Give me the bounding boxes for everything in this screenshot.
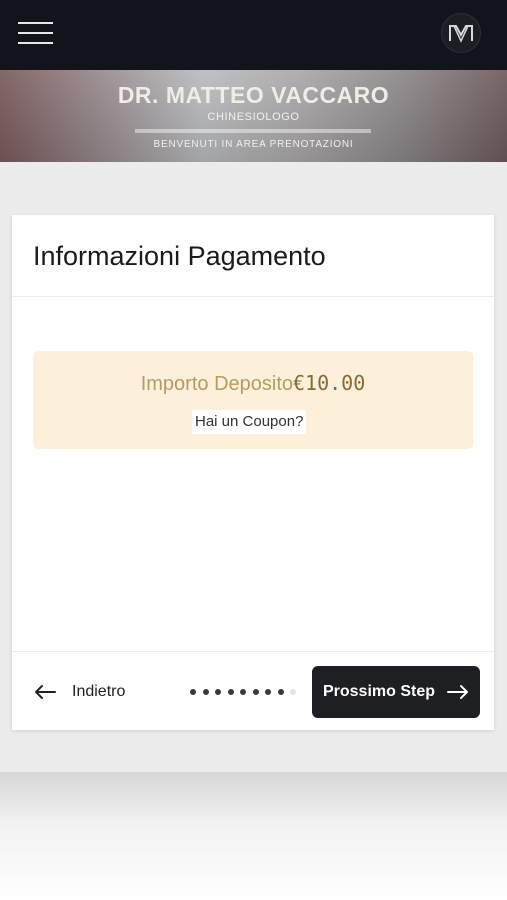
banner-welcome-text: BENVENUTI IN AREA PRENOTAZIONI bbox=[153, 139, 354, 150]
deposit-info-box: Importo Deposito€10.00 Hai un Coupon? bbox=[33, 351, 473, 449]
top-navigation-bar bbox=[0, 0, 507, 70]
payment-card: Informazioni Pagamento Importo Deposito€… bbox=[12, 215, 494, 730]
step-dot bbox=[252, 689, 259, 695]
step-dot bbox=[290, 689, 296, 695]
next-step-button[interactable]: Prossimo Step bbox=[312, 666, 480, 718]
card-header: Informazioni Pagamento bbox=[12, 215, 494, 297]
step-dot bbox=[202, 689, 209, 695]
back-button[interactable]: Indietro bbox=[34, 680, 125, 704]
step-dot bbox=[240, 689, 246, 695]
deposit-line: Importo Deposito€10.00 bbox=[33, 371, 473, 396]
page-title: Informazioni Pagamento bbox=[33, 241, 326, 271]
banner-title: DR. MATTEO VACCARO bbox=[117, 82, 390, 108]
logo-icon[interactable] bbox=[441, 13, 481, 53]
arrow-right-icon bbox=[447, 685, 469, 699]
step-dot bbox=[190, 689, 196, 695]
step-progress-dots bbox=[190, 688, 303, 696]
banner-subtitle: CHINESIOLOGO bbox=[207, 111, 300, 123]
step-dot bbox=[227, 689, 234, 695]
coupon-link[interactable]: Hai un Coupon? bbox=[192, 410, 307, 434]
next-button-label: Prossimo Step bbox=[322, 683, 436, 700]
banner-divider bbox=[135, 129, 371, 133]
page-bottom-shadow bbox=[0, 772, 507, 900]
step-dot bbox=[215, 689, 221, 695]
mv-monogram-logo bbox=[449, 25, 473, 43]
deposit-amount: €10.00 bbox=[293, 371, 366, 395]
deposit-label: Importo Deposito bbox=[140, 373, 294, 395]
step-dot bbox=[265, 689, 271, 695]
back-button-label: Indietro bbox=[72, 683, 126, 700]
arrow-left-icon bbox=[35, 685, 56, 699]
card-footer: Indietro Prossimo Step bbox=[12, 651, 494, 730]
step-dot bbox=[277, 689, 284, 695]
hamburger-menu-icon[interactable] bbox=[18, 22, 53, 44]
header-banner: DR. MATTEO VACCARO CHINESIOLOGO BENVENUT… bbox=[0, 70, 507, 162]
